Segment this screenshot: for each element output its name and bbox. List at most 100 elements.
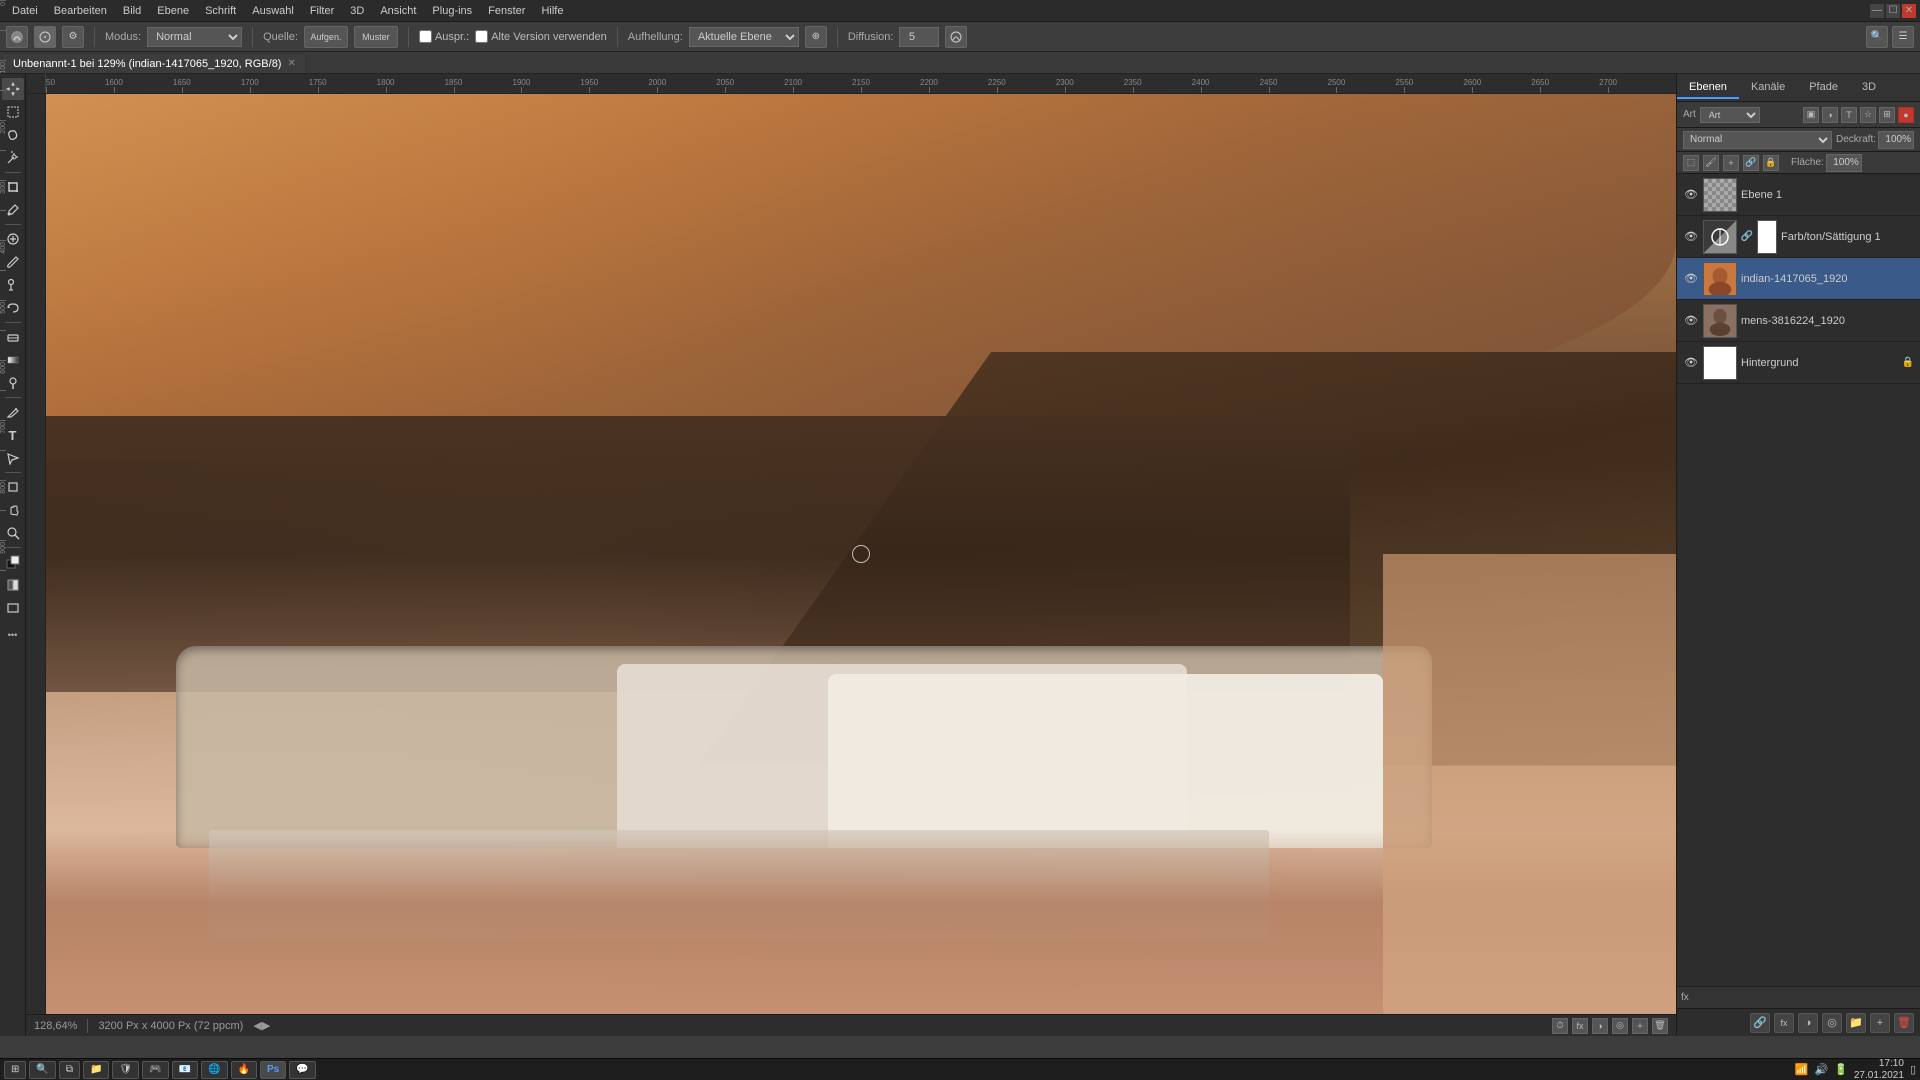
taskbar-time: 17:10: [1854, 1058, 1904, 1070]
tab-close-button[interactable]: ✕: [287, 58, 295, 69]
tab-3d[interactable]: 3D: [1850, 77, 1888, 99]
tray-battery[interactable]: 🔋: [1834, 1063, 1848, 1076]
search-icon[interactable]: 🔍: [1866, 26, 1888, 48]
diffusion-icon[interactable]: [945, 26, 967, 48]
tray-network[interactable]: 📶: [1795, 1063, 1809, 1076]
delete-layer-status[interactable]: 🗑: [1652, 1018, 1668, 1034]
layer-visibility-farbton[interactable]: 👁: [1683, 229, 1699, 245]
close-button[interactable]: ✕: [1902, 4, 1916, 18]
tool-preset-picker[interactable]: [6, 26, 28, 48]
menu-bild[interactable]: Bild: [115, 3, 149, 19]
screen-mode[interactable]: [2, 597, 24, 619]
filter-smart-icon[interactable]: ⊞: [1879, 107, 1895, 123]
fx-icon[interactable]: fx: [1572, 1018, 1588, 1034]
layer-visibility-mens[interactable]: 👁: [1683, 313, 1699, 329]
taskbar-browser[interactable]: 🌐: [201, 1061, 227, 1079]
brush-picker[interactable]: [34, 26, 56, 48]
add-mask-button[interactable]: ◑: [1798, 1013, 1818, 1033]
taskbar-app3[interactable]: 🎮: [142, 1061, 168, 1079]
new-adjustment-button[interactable]: ◎: [1822, 1013, 1842, 1033]
alte-version-checkbox[interactable]: Alte Version verwenden: [475, 30, 607, 43]
move-tool[interactable]: [2, 78, 24, 100]
new-group-button[interactable]: 📁: [1846, 1013, 1866, 1033]
menu-datei[interactable]: Datei: [4, 3, 46, 19]
layer-visibility-ebene1[interactable]: 👁: [1683, 187, 1699, 203]
filter-pixel-icon[interactable]: ▣: [1803, 107, 1819, 123]
blend-mode-select[interactable]: Normal Multiplizieren Überlagern Abdunke…: [1683, 131, 1832, 149]
aufhellung-select[interactable]: Aktuelle Ebene Alle Ebenen: [689, 27, 799, 47]
opacity-input[interactable]: [1878, 131, 1914, 149]
filter-toggle[interactable]: ●: [1898, 107, 1914, 123]
adjustment-icon[interactable]: ◎: [1612, 1018, 1628, 1034]
lock-position-icon[interactable]: +: [1723, 155, 1739, 171]
taskbar-explorer[interactable]: 📁: [83, 1061, 109, 1079]
document-tab[interactable]: Unbenannt-1 bei 129% (indian-1417065_192…: [2, 53, 307, 73]
lock-transparent-icon[interactable]: ⬚: [1683, 155, 1699, 171]
menu-plugins[interactable]: Plug-ins: [424, 3, 480, 19]
tab-ebenen[interactable]: Ebenen: [1677, 77, 1739, 99]
layer-filter-select[interactable]: Art Name Effekt: [1700, 107, 1760, 123]
tab-pfade[interactable]: Pfade: [1797, 77, 1850, 99]
start-button[interactable]: ⊞: [4, 1061, 26, 1079]
tray-volume[interactable]: 🔊: [1814, 1063, 1828, 1076]
taskview-button[interactable]: ⧉: [59, 1061, 80, 1079]
status-arrow[interactable]: ◀▶: [253, 1019, 270, 1032]
show-desktop[interactable]: ▯: [1910, 1063, 1916, 1076]
brush-settings[interactable]: ⚙: [62, 26, 84, 48]
link-layers-button[interactable]: 🔗: [1750, 1013, 1770, 1033]
lock-artboards-icon[interactable]: 🔗: [1743, 155, 1759, 171]
layer-style-button[interactable]: fx: [1774, 1013, 1794, 1033]
diffusion-input[interactable]: [899, 27, 939, 47]
menu-filter[interactable]: Filter: [302, 3, 342, 19]
menu-fenster[interactable]: Fenster: [480, 3, 533, 19]
aufgen-button[interactable]: Aufgen.: [304, 26, 348, 48]
fill-input[interactable]: [1826, 154, 1862, 172]
menu-bearbeiten[interactable]: Bearbeiten: [46, 3, 115, 19]
canvas-container[interactable]: [46, 94, 1676, 1014]
tab-kanaele[interactable]: Kanäle: [1739, 77, 1797, 99]
mode-select[interactable]: Normal Multiplizieren Überlagern: [147, 27, 242, 47]
lock-all-icon[interactable]: 🔒: [1763, 155, 1779, 171]
menu-schrift[interactable]: Schrift: [197, 3, 244, 19]
minimize-button[interactable]: —: [1870, 4, 1884, 18]
layer-item-farbton[interactable]: 👁 🔗 Farb/ton/Sättigung 1: [1677, 216, 1920, 258]
menu-ansicht[interactable]: Ansicht: [372, 3, 424, 19]
ruler-tick-mark: [929, 87, 930, 93]
taskbar-app4[interactable]: 📧: [172, 1061, 198, 1079]
maximize-button[interactable]: ☐: [1886, 4, 1900, 18]
alte-version-input[interactable]: [475, 30, 488, 43]
layer-visibility-indian[interactable]: 👁: [1683, 271, 1699, 287]
filter-type-icon[interactable]: T: [1841, 107, 1857, 123]
filter-shape-icon[interactable]: ☆: [1860, 107, 1876, 123]
taskbar-app2[interactable]: 🛡: [112, 1061, 139, 1079]
layer-item-mens[interactable]: 👁 mens-3816224_1920: [1677, 300, 1920, 342]
lock-pixels-icon[interactable]: 🖌: [1703, 155, 1719, 171]
layer-visibility-hintergrund[interactable]: 👁: [1683, 355, 1699, 371]
new-layer-button[interactable]: +: [1870, 1013, 1890, 1033]
auspr-checkbox[interactable]: Auspr.:: [419, 30, 469, 43]
extra-tools[interactable]: •••: [2, 624, 24, 646]
layer-mask-icon[interactable]: ◑: [1592, 1018, 1608, 1034]
sample-all-icon[interactable]: ⊕: [805, 26, 827, 48]
layer-item-ebene1[interactable]: 👁 Ebene 1: [1677, 174, 1920, 216]
workspace-icon[interactable]: ☰: [1892, 26, 1914, 48]
quick-mask-mode[interactable]: [2, 574, 24, 596]
search-button[interactable]: 🔍: [29, 1061, 55, 1079]
menu-auswahl[interactable]: Auswahl: [244, 3, 302, 19]
menu-hilfe[interactable]: Hilfe: [533, 3, 571, 19]
delete-layer-button[interactable]: 🗑: [1894, 1013, 1914, 1033]
clone-stamp-tool[interactable]: [2, 274, 24, 296]
auspr-check-input[interactable]: [419, 30, 432, 43]
tab-label: Unbenannt-1 bei 129% (indian-1417065_192…: [13, 58, 281, 70]
timeline-icon[interactable]: ⏱: [1552, 1018, 1568, 1034]
layer-item-hintergrund[interactable]: 👁 Hintergrund 🔒: [1677, 342, 1920, 384]
menu-3d[interactable]: 3D: [342, 3, 372, 19]
layer-item-indian[interactable]: 👁 indian-1417065_1920: [1677, 258, 1920, 300]
taskbar-photoshop[interactable]: Ps: [260, 1061, 286, 1079]
new-layer-status[interactable]: +: [1632, 1018, 1648, 1034]
menu-ebene[interactable]: Ebene: [149, 3, 197, 19]
muster-button[interactable]: Muster: [354, 26, 398, 48]
taskbar-firefox[interactable]: 🔥: [231, 1061, 257, 1079]
taskbar-app8[interactable]: 💬: [289, 1061, 315, 1079]
filter-adjustment-icon[interactable]: ◑: [1822, 107, 1838, 123]
